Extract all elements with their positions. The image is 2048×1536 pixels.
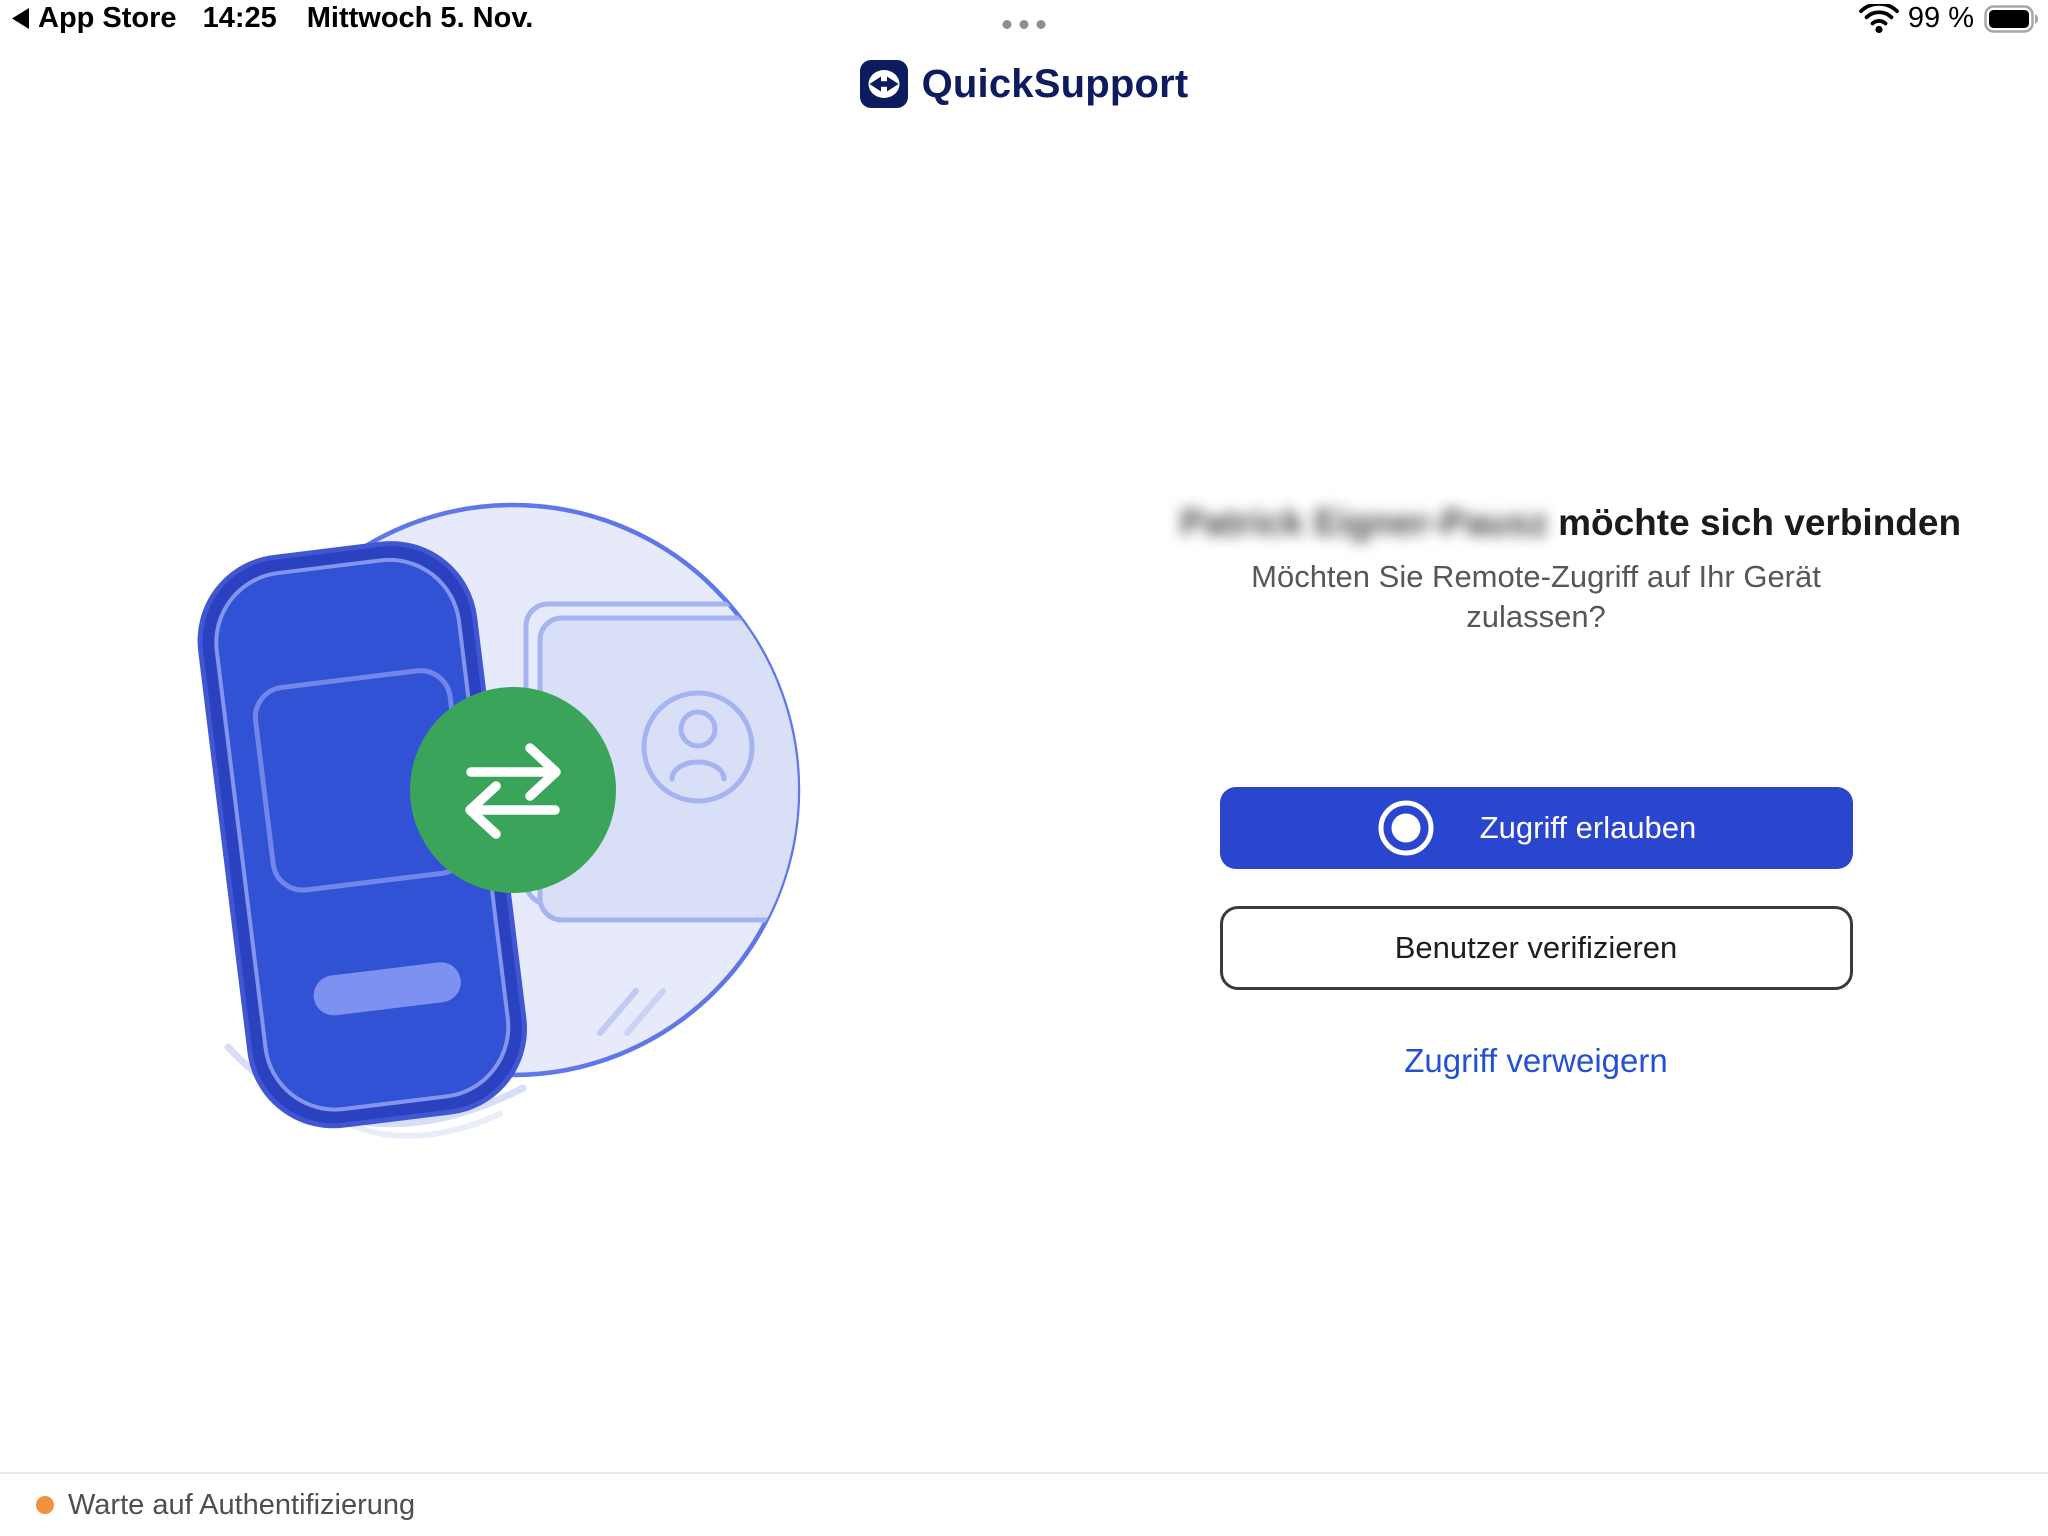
footer-status-text: Warte auf Authentifizierung <box>68 1489 415 1522</box>
battery-percent: 99 % <box>1908 2 1974 35</box>
request-title: möchte sich verbinden <box>1558 502 1961 543</box>
footer-status-bar: Warte auf Authentifizierung <box>0 1472 2048 1536</box>
verify-user-label: Benutzer verifizieren <box>1395 930 1678 966</box>
multitask-dots-icon <box>1003 20 1046 29</box>
request-panel: Patrick Eigner-Pauszmöchte sich verbinde… <box>1180 500 1892 1080</box>
quicksupport-screen: App Store 14:25 Mittwoch 5. Nov. 99 % <box>0 0 2048 1536</box>
connection-illustration <box>78 492 848 1152</box>
transfer-badge <box>410 687 616 893</box>
status-bar: App Store 14:25 Mittwoch 5. Nov. 99 % <box>0 0 2048 44</box>
record-icon <box>1376 798 1436 858</box>
app-header: QuickSupport <box>0 60 2048 108</box>
status-date: Mittwoch 5. Nov. <box>307 2 534 35</box>
request-headline: Patrick Eigner-Pauszmöchte sich verbinde… <box>1180 500 1892 546</box>
back-icon <box>12 8 29 29</box>
app-title: QuickSupport <box>922 62 1189 107</box>
wifi-icon <box>1859 4 1899 34</box>
battery-icon <box>1984 5 2040 33</box>
verify-user-button[interactable]: Benutzer verifizieren <box>1220 906 1853 990</box>
allow-access-button[interactable]: Zugriff erlauben <box>1220 787 1853 869</box>
status-time: 14:25 <box>203 2 277 35</box>
status-dot-icon <box>36 1496 54 1514</box>
request-question: Möchten Sie Remote-Zugriff auf Ihr Gerät… <box>1180 557 1892 637</box>
teamviewer-logo-icon <box>860 60 908 108</box>
requester-name: Patrick Eigner-Pausz <box>1180 502 1548 543</box>
allow-access-label: Zugriff erlauben <box>1480 810 1697 846</box>
deny-access-link[interactable]: Zugriff verweigern <box>1404 1042 1668 1080</box>
back-to-app-button[interactable]: App Store <box>12 2 177 35</box>
back-app-label[interactable]: App Store <box>38 2 177 35</box>
